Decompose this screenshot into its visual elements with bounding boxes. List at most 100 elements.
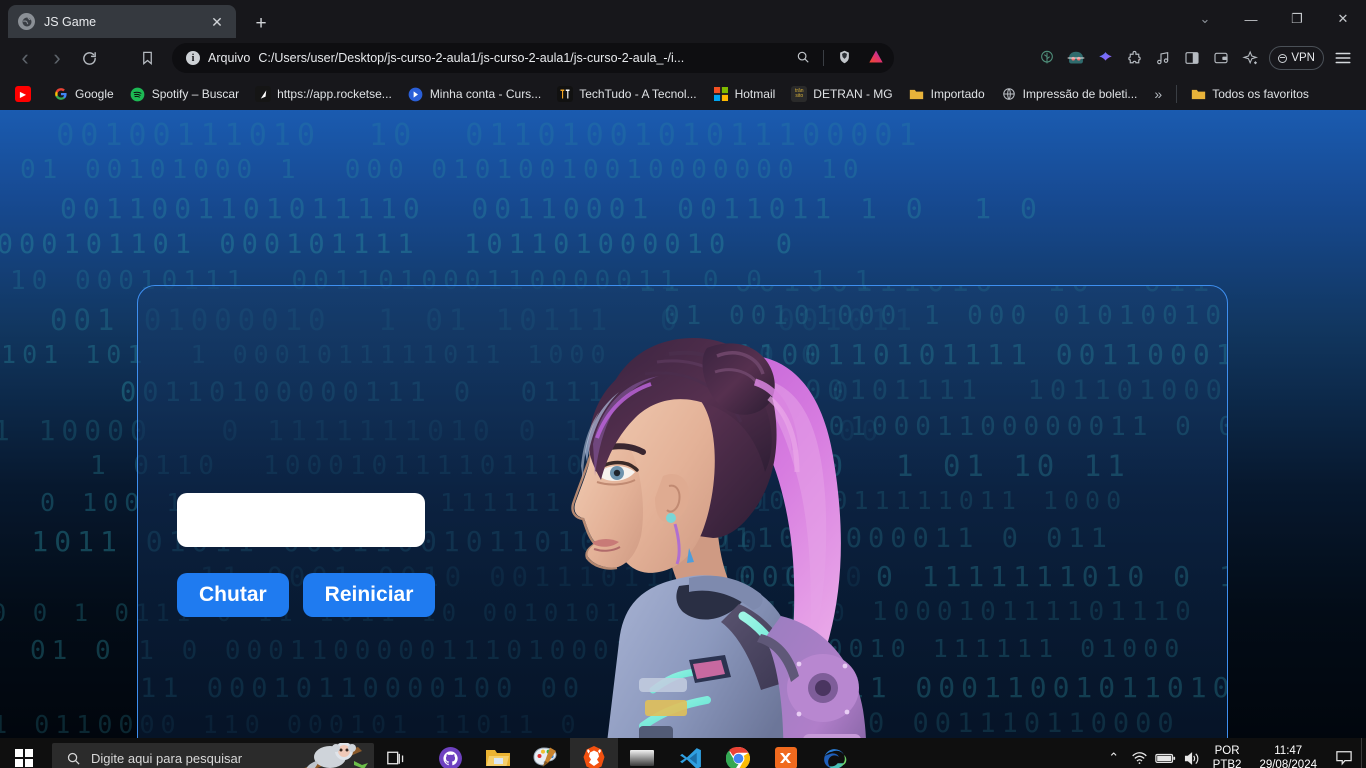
rocketseat-icon <box>255 86 272 102</box>
system-tray: ⌃ POR PTB2 11:47 29/08/2024 <box>1101 738 1366 768</box>
bookmark-item[interactable]: trân sito DETRAN - MG <box>784 83 899 105</box>
xampp-taskbar-icon[interactable] <box>762 738 810 768</box>
microsoft-icon <box>713 86 729 102</box>
monkey-decoration <box>304 743 368 768</box>
url-text[interactable]: C:/Users/user/Desktop/js-curso-2-aula1/j… <box>258 51 783 65</box>
bookmark-label: Minha conta - Curs... <box>429 87 542 101</box>
minimize-icon[interactable]: — <box>1228 0 1274 38</box>
site-info-icon[interactable]: i <box>186 51 200 65</box>
show-hidden-icons-icon[interactable]: ⌃ <box>1101 738 1127 768</box>
music-note-icon[interactable] <box>1150 45 1176 71</box>
vscode-taskbar-icon[interactable] <box>666 738 714 768</box>
diamond-extension-icon[interactable] <box>1092 45 1118 71</box>
task-view-icon[interactable] <box>374 738 418 768</box>
bookmark-label: Impressão de boleti... <box>1022 87 1138 101</box>
google-icon <box>53 86 69 102</box>
bookmark-label: Spotify – Buscar <box>151 87 240 101</box>
folder-icon <box>1190 86 1206 102</box>
github-taskbar-icon[interactable] <box>426 738 474 768</box>
sparkle-leo-icon[interactable] <box>1237 45 1263 71</box>
clock[interactable]: 11:47 29/08/2024 <box>1249 744 1327 768</box>
windows-start-icon[interactable] <box>0 738 48 768</box>
terminal-taskbar-icon[interactable] <box>618 738 666 768</box>
bookmark-item[interactable]: ▶ <box>8 83 44 105</box>
back-icon[interactable]: ‹ <box>10 43 40 73</box>
clock-date: 29/08/2024 <box>1259 759 1317 768</box>
file-explorer-taskbar-icon[interactable] <box>474 738 522 768</box>
split-view-icon[interactable] <box>1179 45 1205 71</box>
search-icon[interactable] <box>791 50 815 67</box>
windows-logo <box>15 749 33 767</box>
avatar-extension-icon[interactable] <box>1063 45 1089 71</box>
wallet-icon[interactable] <box>1208 45 1234 71</box>
address-bar[interactable]: i Arquivo C:/Users/user/Desktop/js-curso… <box>172 43 894 73</box>
close-icon[interactable]: ✕ <box>208 15 226 29</box>
brave-leo-icon[interactable] <box>864 49 888 67</box>
chrome-taskbar-icon[interactable] <box>714 738 762 768</box>
input-language-indicator[interactable]: POR PTB2 <box>1205 744 1250 768</box>
all-bookmarks-label: Todos os favoritos <box>1212 87 1309 101</box>
techtudo-icon <box>557 86 574 102</box>
globe-icon <box>18 13 35 30</box>
tree-extension-icon[interactable] <box>1034 45 1060 71</box>
bookmark-item[interactable]: Hotmail <box>706 83 783 105</box>
bookmark-label: DETRAN - MG <box>813 87 893 101</box>
edge-taskbar-icon[interactable] <box>810 738 858 768</box>
reset-button[interactable]: Reiniciar <box>302 573 436 617</box>
divider <box>823 50 824 66</box>
close-window-icon[interactable]: ✕ <box>1320 0 1366 38</box>
button-row: Chutar Reiniciar <box>177 573 436 617</box>
bookmark-label: Hotmail <box>734 87 776 101</box>
bookmark-item[interactable]: Impressão de boleti... <box>994 83 1145 105</box>
tab-search-icon[interactable]: ⌄ <box>1182 0 1228 38</box>
hamburger-menu-icon[interactable] <box>1330 45 1356 71</box>
folder-icon <box>909 86 925 102</box>
guess-button[interactable]: Chutar <box>177 573 289 617</box>
notification-icon[interactable] <box>1327 738 1361 768</box>
bookmarks-overflow-icon[interactable]: » <box>1146 86 1170 102</box>
detran-icon: trân sito <box>791 86 808 102</box>
vpn-button[interactable]: VPN <box>1269 46 1324 70</box>
spotify-icon <box>130 86 146 102</box>
taskbar-search[interactable]: Digite aqui para pesquisar <box>52 743 374 768</box>
browser-window: JS Game ✕ + ⌄ — ❐ ✕ ‹ › i Arquivo C:/Use… <box>0 0 1366 110</box>
guess-input[interactable] <box>177 493 425 547</box>
windows-taskbar: Digite aqui para pesquisar ⌃ POR PTB2 11… <box>0 738 1366 768</box>
reload-icon[interactable] <box>74 43 104 73</box>
volume-icon[interactable] <box>1179 738 1205 768</box>
battery-icon[interactable] <box>1153 738 1179 768</box>
search-placeholder: Digite aqui para pesquisar <box>91 750 243 766</box>
browser-toolbar: ‹ › i Arquivo C:/Users/user/Desktop/js-c… <box>0 38 1366 78</box>
vpn-status-icon <box>1278 53 1288 63</box>
browser-tab[interactable]: JS Game ✕ <box>8 5 236 38</box>
bookmarks-bar: ▶ Google Spotify – Buscar https://app.ro… <box>0 78 1366 110</box>
taskbar-apps <box>426 738 858 768</box>
restore-icon[interactable]: ❐ <box>1274 0 1320 38</box>
wifi-icon[interactable] <box>1127 738 1153 768</box>
language-line1: POR <box>1214 745 1240 757</box>
clock-time: 11:47 <box>1274 745 1303 757</box>
tab-title: JS Game <box>44 14 97 29</box>
puzzle-extensions-icon[interactable] <box>1121 45 1147 71</box>
bookmark-item[interactable]: Minha conta - Curs... <box>401 83 548 105</box>
brave-shield-icon[interactable] <box>832 49 856 68</box>
bookmark-item[interactable]: Spotify – Buscar <box>123 83 246 105</box>
show-desktop-button[interactable] <box>1361 738 1366 768</box>
bookmark-item[interactable]: Google <box>46 83 121 105</box>
bookmark-icon[interactable] <box>132 43 162 73</box>
paint-taskbar-icon[interactable] <box>522 738 570 768</box>
bookmark-item[interactable]: TechTudo - A Tecnol... <box>550 83 703 105</box>
new-tab-button[interactable]: + <box>248 14 274 33</box>
forward-icon[interactable]: › <box>42 43 72 73</box>
binary-row: 01 00101000 1 000 01010010010000000 10 <box>20 155 865 185</box>
globe-icon <box>1001 86 1017 102</box>
character-illustration <box>493 286 933 738</box>
all-bookmarks-item[interactable]: Todos os favoritos <box>1183 83 1316 105</box>
bookmark-item[interactable]: https://app.rocketse... <box>248 83 399 105</box>
vpn-label: VPN <box>1291 52 1315 64</box>
search-icon <box>67 752 80 765</box>
binary-row: 11 00100111010 10 0110100101011100001 <box>0 118 923 153</box>
bookmark-item[interactable]: Importado <box>902 83 992 105</box>
account-icon <box>408 86 424 102</box>
brave-taskbar-icon[interactable] <box>570 738 618 768</box>
